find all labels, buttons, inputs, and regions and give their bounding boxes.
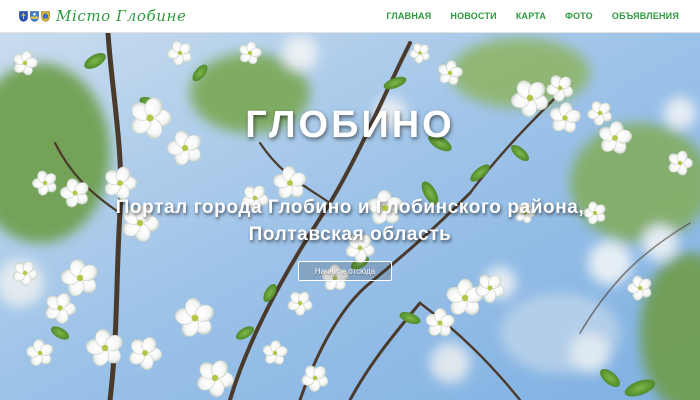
start-here-button[interactable]: Начните отсюда	[298, 261, 392, 281]
coat-of-arms-icon	[19, 10, 28, 22]
hero-title: ГЛОБИНО	[245, 104, 455, 146]
nav-item-home[interactable]: ГЛАВНАЯ	[386, 11, 431, 21]
hero-subtitle: Портал города Глобино и Глобинского райо…	[50, 194, 650, 248]
nav-item-photo[interactable]: ФОТО	[565, 11, 593, 21]
district-emblem-icon	[41, 10, 50, 22]
nav-item-announcements[interactable]: ОБЪЯВЛЕНИЯ	[612, 11, 679, 21]
emblems	[19, 10, 50, 22]
hero-subtitle-line-2: Полтавская область	[248, 224, 452, 245]
nav-item-map[interactable]: КАРТА	[516, 11, 546, 21]
nav-item-news[interactable]: НОВОСТИ	[450, 11, 496, 21]
hero-section: ГЛОБИНО Портал города Глобино и Глобинск…	[0, 33, 700, 400]
hero-subtitle-line-1: Портал города Глобино и Глобинского райо…	[115, 197, 585, 218]
main-nav: ГЛАВНАЯ НОВОСТИ КАРТА ФОТО ОБЪЯВЛЕНИЯ	[386, 0, 700, 33]
site-header: Місто Глобине ГЛАВНАЯ НОВОСТИ КАРТА ФОТО…	[0, 0, 700, 33]
site-title[interactable]: Місто Глобине	[56, 7, 186, 25]
brand[interactable]: Місто Глобине	[0, 0, 186, 33]
city-emblem-icon	[30, 10, 39, 22]
